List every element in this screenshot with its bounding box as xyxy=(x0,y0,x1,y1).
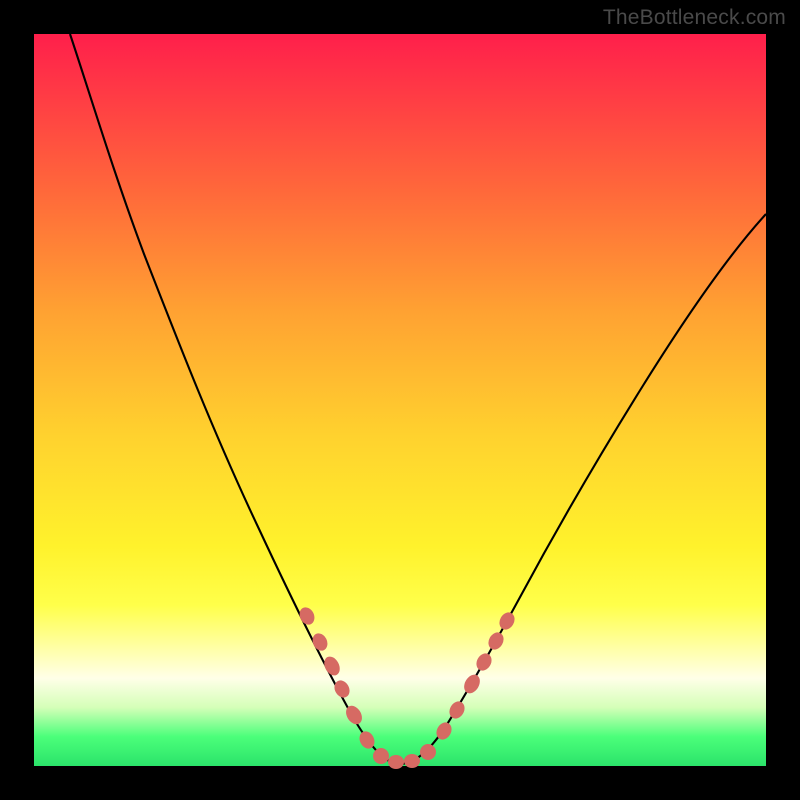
curve-marker xyxy=(461,672,483,696)
curve-marker xyxy=(310,631,330,653)
curve-marker xyxy=(485,630,506,653)
curve-marker xyxy=(473,651,494,674)
curve-marker xyxy=(404,754,420,768)
curve-marker xyxy=(388,755,404,769)
marker-group xyxy=(297,605,518,769)
curve-marker xyxy=(321,654,343,678)
curve-marker xyxy=(373,748,389,764)
curve-marker xyxy=(446,699,467,722)
plot-area xyxy=(34,34,766,766)
curve-marker xyxy=(297,605,317,627)
bottleneck-curve xyxy=(70,34,766,764)
curve-marker xyxy=(420,744,436,760)
curve-layer xyxy=(34,34,766,766)
chart-stage: TheBottleneck.com xyxy=(0,0,800,800)
watermark-text: TheBottleneck.com xyxy=(603,6,786,30)
curve-marker xyxy=(496,610,517,633)
